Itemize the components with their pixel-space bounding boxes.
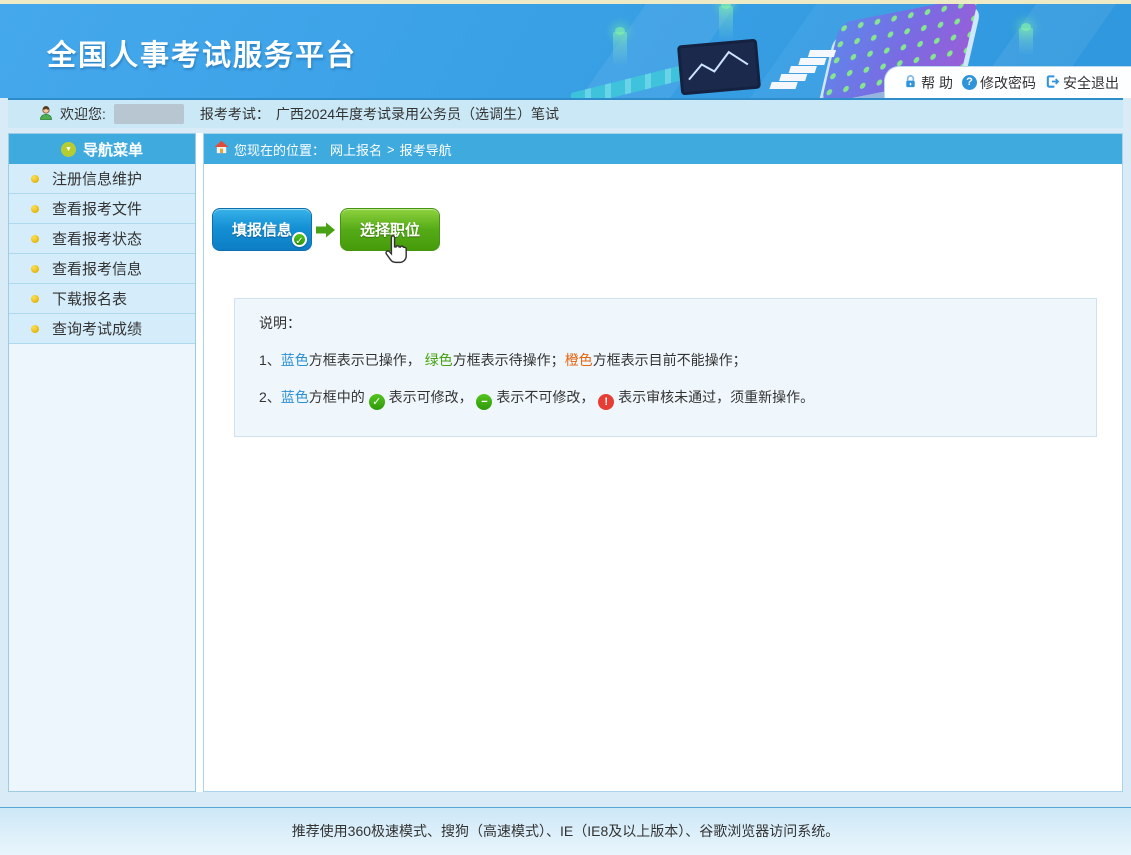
check-circle-icon xyxy=(292,232,307,247)
notice-text-segment: 表示不可修改， xyxy=(492,389,598,405)
help-link[interactable]: 帮 助 xyxy=(903,73,953,93)
exam-name: 广西2024年度考试录用公务员（选调生）笔试 xyxy=(276,104,559,124)
sidebar-empty-area xyxy=(9,344,195,791)
header: 全国人事考试服务平台 帮 助 xyxy=(0,4,1131,98)
top-links-bar: 帮 助 修改密码 安全退出 xyxy=(884,66,1131,98)
notice-text-segment: 橙色 xyxy=(565,352,593,368)
sidebar-title: 导航菜单 xyxy=(83,139,143,160)
footer: 推荐使用360极速模式、搜狗（高速模式）、IE（IE8及以上版本）、谷歌浏览器访… xyxy=(0,807,1131,855)
change-password-link[interactable]: 修改密码 xyxy=(962,73,1036,93)
logout-link[interactable]: 安全退出 xyxy=(1045,73,1119,93)
breadcrumb-current: 报考导航 xyxy=(400,140,452,159)
illus-monitor xyxy=(677,39,761,96)
sidebar-item-label: 查看报考文件 xyxy=(52,198,142,219)
person-icon xyxy=(38,105,54,124)
sidebar-item-label: 下载报名表 xyxy=(52,288,127,309)
notice-line: 2、蓝色方框中的 表示可修改， 表示不可修改， 表示审核未通过，须重新操作。 xyxy=(259,387,1072,410)
home-icon xyxy=(214,140,229,158)
dot-icon xyxy=(31,205,39,213)
notice-text-segment: 方框表示目前不能操作； xyxy=(593,352,747,368)
page: 全国人事考试服务平台 帮 助 xyxy=(0,0,1131,855)
step-fill-info-button[interactable]: 填报信息 xyxy=(212,208,312,251)
dot-icon xyxy=(31,235,39,243)
sidebar-item-label: 查询考试成绩 xyxy=(52,318,142,339)
exit-icon xyxy=(1045,74,1060,92)
help-label: 帮 助 xyxy=(921,73,953,93)
notice-text-segment: 表示可修改， xyxy=(385,389,477,405)
breadcrumb-prefix: 您现在的位置： xyxy=(234,140,325,159)
notice-box: 说明： 1、蓝色方框表示已操作， 绿色方框表示待操作；橙色方框表示目前不能操作；… xyxy=(234,298,1097,437)
illus-pillar xyxy=(613,32,627,66)
notice-text-segment: 蓝色 xyxy=(281,389,309,405)
notice-text-segment: 方框表示待操作； xyxy=(453,352,565,368)
breadcrumb-link-online-signup[interactable]: 网上报名 xyxy=(330,140,382,159)
minus-circle-icon xyxy=(476,394,492,410)
sidebar-item-view-exam-info[interactable]: 查看报考信息 xyxy=(9,254,195,284)
user-name-redacted xyxy=(114,104,184,124)
sidebar-item-label: 注册信息维护 xyxy=(52,168,142,189)
sidebar-item-query-scores[interactable]: 查询考试成绩 xyxy=(9,314,195,344)
sidebar: 导航菜单 注册信息维护 查看报考文件 查看报考状态 查看报考信息 下载报名表 查… xyxy=(8,133,196,792)
notice-text-segment: 方框表示已操作， xyxy=(309,352,425,368)
change-password-label: 修改密码 xyxy=(980,73,1036,93)
sidebar-item-label: 查看报考信息 xyxy=(52,258,142,279)
chevron-down-circle-icon xyxy=(61,142,76,157)
dot-icon xyxy=(31,325,39,333)
check-circle-icon xyxy=(369,394,385,410)
step-flow: 填报信息 选择职位 xyxy=(212,208,1122,251)
step-select-position-button[interactable]: 选择职位 xyxy=(340,208,440,251)
dot-icon xyxy=(31,265,39,273)
main-content: 您现在的位置： 网上报名 > 报考导航 填报信息 选择职位 xyxy=(203,133,1123,792)
breadcrumb: 您现在的位置： 网上报名 > 报考导航 xyxy=(204,134,1122,164)
notice-text-segment: 1、 xyxy=(259,352,281,368)
sidebar-item-register-info[interactable]: 注册信息维护 xyxy=(9,164,195,194)
exam-label: 报考考试： xyxy=(200,104,270,124)
sidebar-content-divider xyxy=(196,133,203,792)
welcome-greeting: 欢迎您: xyxy=(60,104,106,124)
notice-text-segment: 蓝色 xyxy=(281,352,309,368)
illus-pillar xyxy=(719,6,733,40)
logout-label: 安全退出 xyxy=(1063,73,1119,93)
notice-text-segment: 绿色 xyxy=(425,352,453,368)
breadcrumb-separator: > xyxy=(387,142,395,157)
illus-pillar xyxy=(1019,28,1033,54)
notice-text-segment: 表示审核未通过，须重新操作。 xyxy=(614,389,814,405)
alert-circle-icon xyxy=(598,394,614,410)
page-title: 全国人事考试服务平台 xyxy=(47,32,357,74)
dot-icon xyxy=(31,175,39,183)
arrow-right-icon xyxy=(316,221,336,239)
lock-icon xyxy=(903,74,918,92)
notice-line: 1、蓝色方框表示已操作， 绿色方框表示待操作；橙色方框表示目前不能操作； xyxy=(259,350,1072,370)
welcome-bar: 欢迎您: 报考考试： 广西2024年度考试录用公务员（选调生）笔试 xyxy=(8,98,1123,128)
notice-text-segment: 方框中的 xyxy=(309,389,369,405)
illus-stairs xyxy=(808,50,836,57)
sidebar-header: 导航菜单 xyxy=(9,134,195,164)
hand-cursor-icon xyxy=(381,233,411,267)
question-circle-icon xyxy=(962,75,977,90)
notice-heading: 说明： xyxy=(259,313,1072,333)
sidebar-item-view-exam-files[interactable]: 查看报考文件 xyxy=(9,194,195,224)
sidebar-item-label: 查看报考状态 xyxy=(52,228,142,249)
sidebar-menu: 注册信息维护 查看报考文件 查看报考状态 查看报考信息 下载报名表 查询考试成绩 xyxy=(9,164,195,344)
sidebar-item-download-form[interactable]: 下载报名表 xyxy=(9,284,195,314)
notice-lines: 1、蓝色方框表示已操作， 绿色方框表示待操作；橙色方框表示目前不能操作；2、蓝色… xyxy=(259,350,1072,410)
sidebar-item-view-exam-status[interactable]: 查看报考状态 xyxy=(9,224,195,254)
middle-region: 导航菜单 注册信息维护 查看报考文件 查看报考状态 查看报考信息 下载报名表 查… xyxy=(8,133,1123,792)
notice-text-segment: 2、 xyxy=(259,389,281,405)
dot-icon xyxy=(31,295,39,303)
step-fill-info-label: 填报信息 xyxy=(232,222,292,239)
footer-text: 推荐使用360极速模式、搜狗（高速模式）、IE（IE8及以上版本）、谷歌浏览器访… xyxy=(292,823,840,839)
